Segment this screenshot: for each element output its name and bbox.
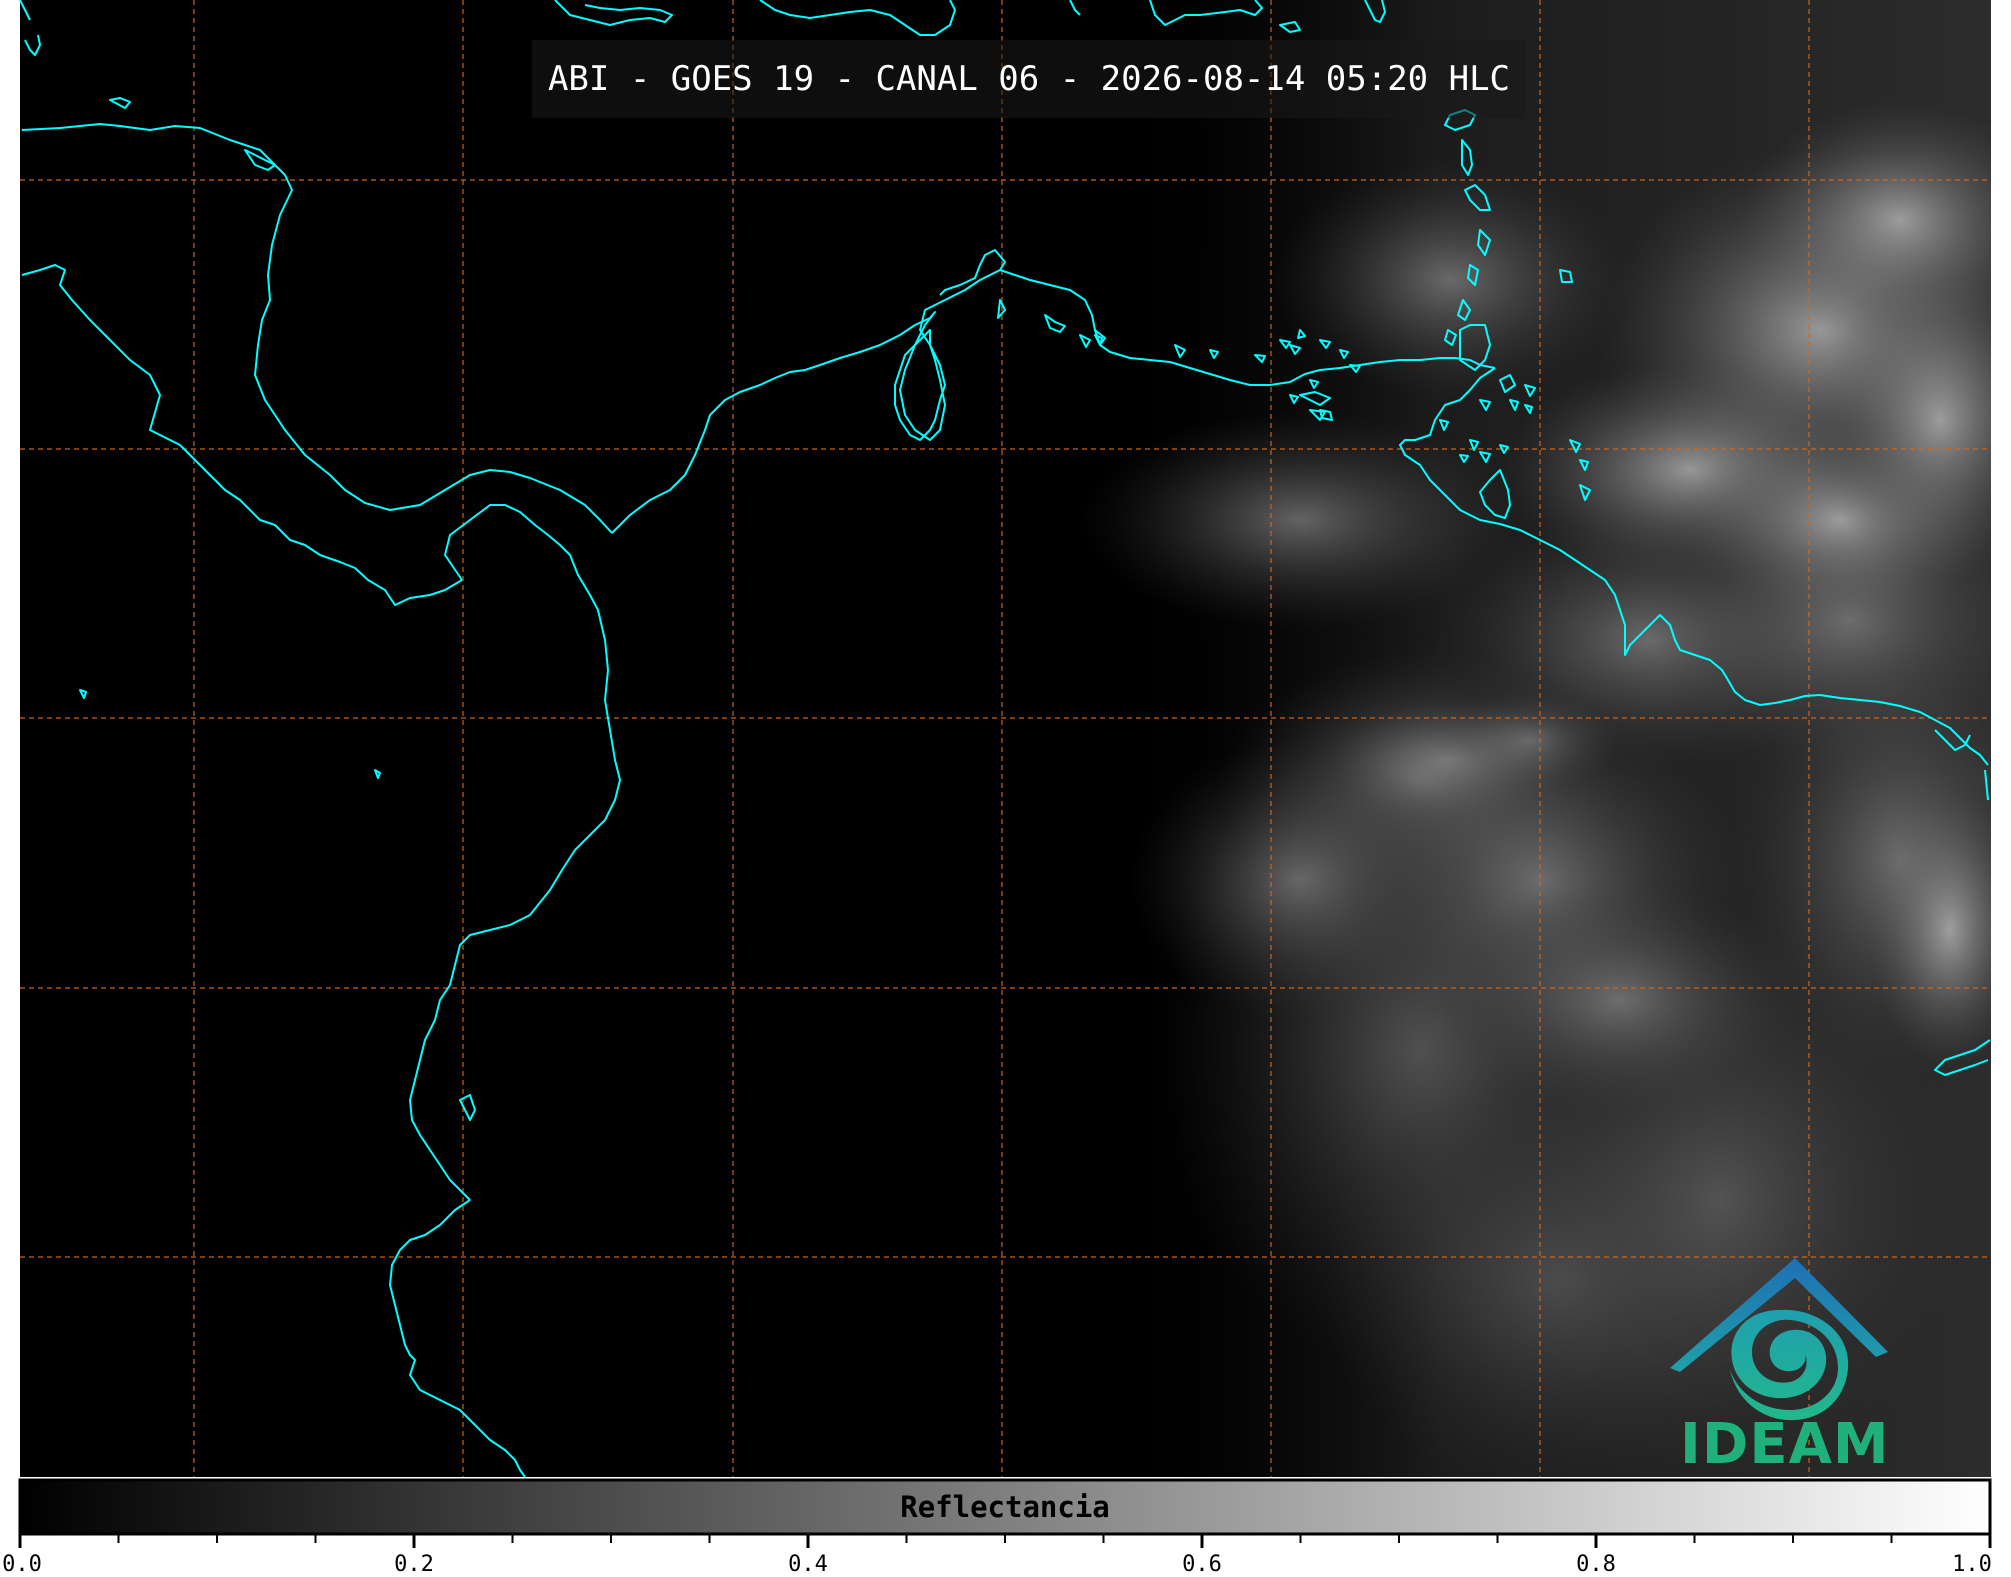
colorbar-label: Reflectancia xyxy=(900,1490,1110,1524)
logo-text: IDEAM xyxy=(1680,1412,1890,1477)
colorbar-tick-label: 0.6 xyxy=(1182,1552,1222,1577)
figure-title: ABI - GOES 19 - CANAL 06 - 2026-08-14 05… xyxy=(532,40,1526,118)
satellite-map-figure: ABI - GOES 19 - CANAL 06 - 2026-08-14 05… xyxy=(0,0,2011,1577)
colorbar-ticks xyxy=(18,1534,1992,1548)
satellite-map xyxy=(18,0,1992,1548)
colorbar-tick-label: 0.0 xyxy=(2,1552,42,1577)
colorbar-tick-label: 0.4 xyxy=(788,1552,828,1577)
colorbar-tick-label: 0.8 xyxy=(1576,1552,1616,1577)
colorbar-tick-label: 0.2 xyxy=(394,1552,434,1577)
cloud-imagery xyxy=(20,0,1991,1477)
colorbar-tick-label: 1.0 xyxy=(1952,1552,1992,1577)
